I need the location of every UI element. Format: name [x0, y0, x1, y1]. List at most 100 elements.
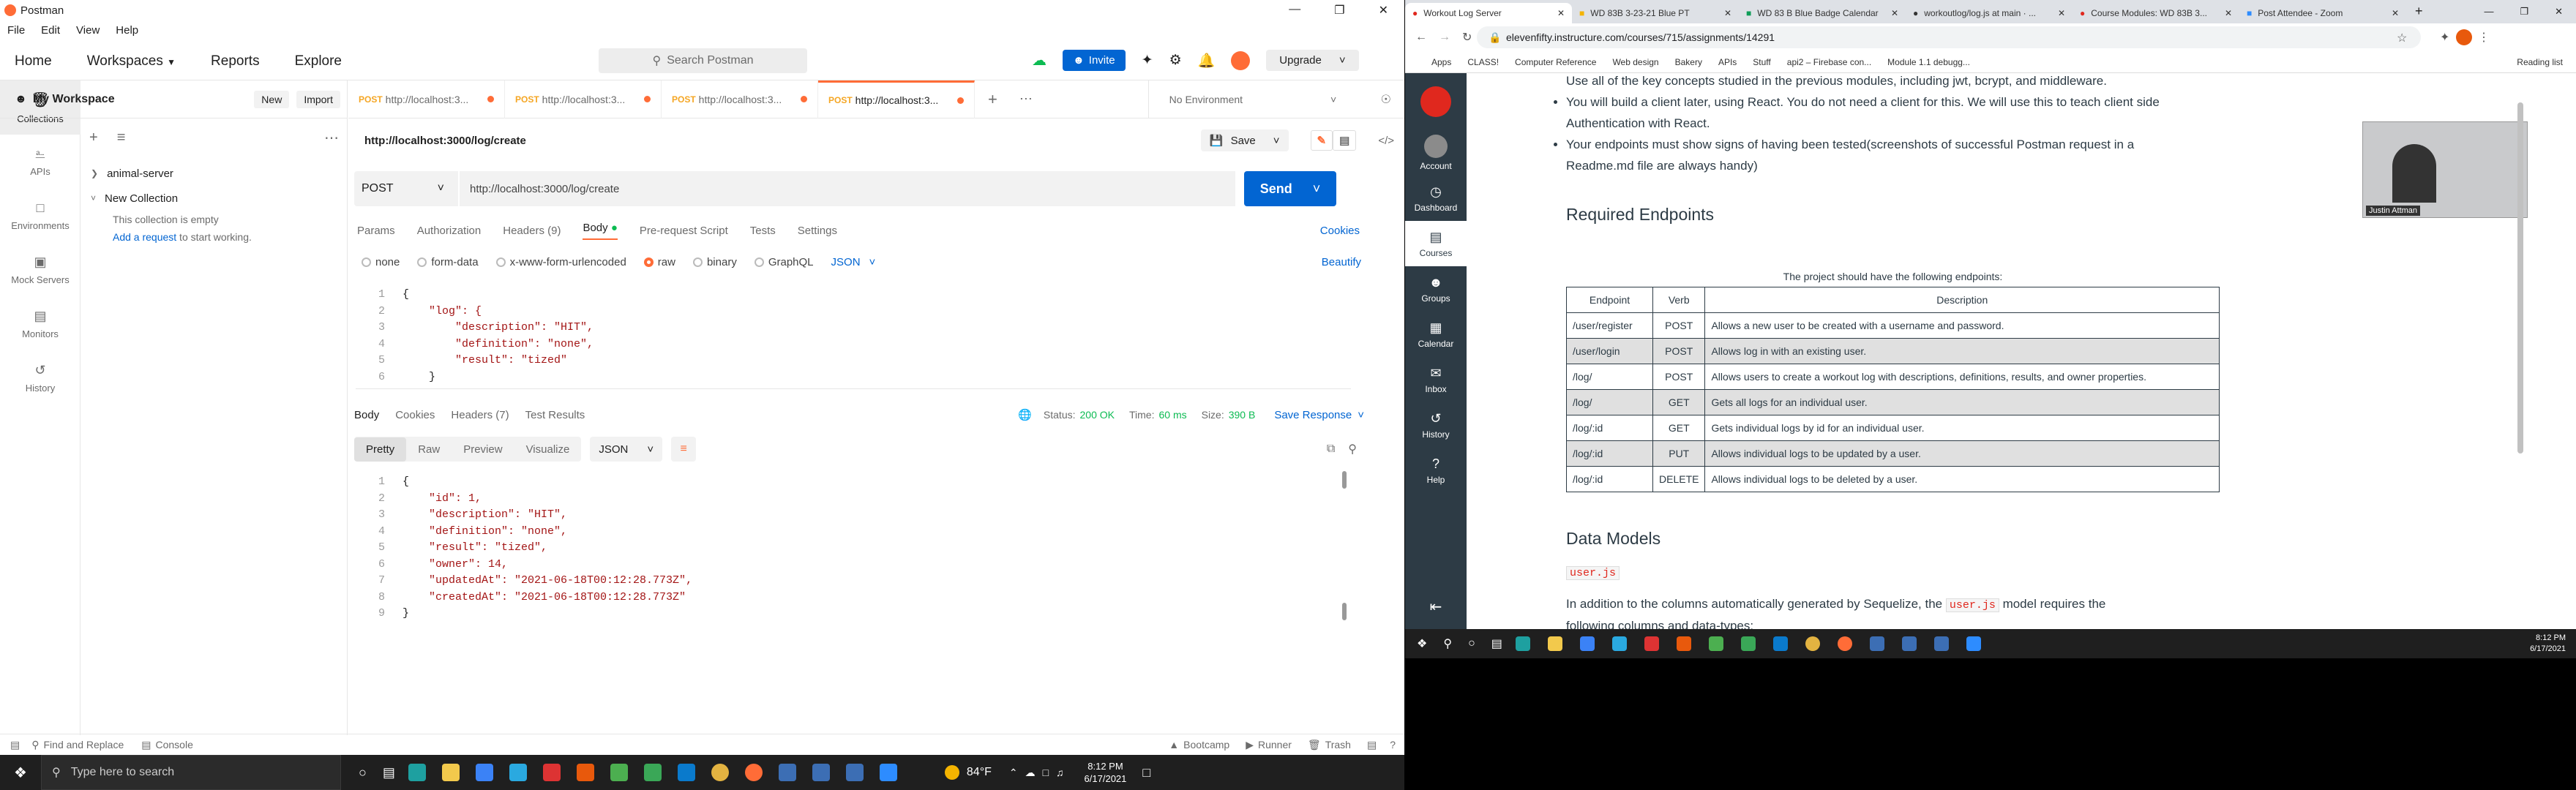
maximize-icon[interactable]: ❐	[1334, 3, 1344, 18]
add-request-link[interactable]: Add a request	[113, 231, 176, 243]
cookies-link[interactable]: Cookies	[1320, 225, 1360, 237]
minimize-icon[interactable]: —	[1289, 3, 1300, 18]
minimize-icon[interactable]: —	[2484, 6, 2493, 18]
edge-icon[interactable]	[1515, 636, 1530, 651]
bookmark-apis[interactable]: APIs	[1718, 57, 1737, 67]
invite-button[interactable]: ☻ Invite	[1063, 50, 1126, 71]
method-select[interactable]: POST ˅	[354, 171, 458, 206]
canvas-logo-icon[interactable]	[1405, 73, 1467, 130]
scrollbar[interactable]	[1342, 471, 1347, 489]
tab-settings[interactable]: Settings	[798, 225, 837, 237]
nav-groups[interactable]: ☻ Groups	[1405, 266, 1467, 312]
gear-icon[interactable]: ⚙	[1169, 52, 1182, 69]
app-blue3-icon[interactable]	[1933, 636, 1949, 651]
help-icon[interactable]: ?	[1390, 739, 1396, 750]
app-blue-icon[interactable]	[778, 764, 796, 781]
postman-icon[interactable]	[1837, 636, 1852, 651]
windows-start-icon[interactable]: ❖	[1417, 636, 1427, 651]
add-collection-icon[interactable]: +	[89, 129, 98, 146]
star-icon[interactable]: ☆	[2397, 31, 2407, 45]
eye-icon[interactable]: ☉	[1381, 92, 1391, 107]
close-icon[interactable]: ✕	[1724, 8, 1731, 18]
code-icon[interactable]: </>	[1378, 135, 1394, 147]
clock[interactable]: 8:12 PM 6/17/2021	[2530, 633, 2566, 655]
console-button[interactable]: ▤ Console	[141, 739, 193, 751]
beautify-link[interactable]: Beautify	[1322, 256, 1361, 268]
menu-file[interactable]: File	[7, 24, 25, 37]
nav-home[interactable]: Home	[15, 53, 52, 69]
new-tab-icon[interactable]: +	[988, 90, 997, 109]
maximize-icon[interactable]: ❐	[2520, 6, 2528, 18]
collapse-nav-icon[interactable]: ⇤	[1405, 584, 1467, 629]
find-replace-button[interactable]: ⚲ Find and Replace	[31, 739, 124, 751]
nav-workspaces[interactable]: Workspaces ▼	[87, 53, 176, 69]
response-format-select[interactable]: JSON ˅	[590, 437, 663, 462]
resp-tab-body[interactable]: Body	[354, 409, 379, 421]
back-icon[interactable]: ←	[1415, 31, 1427, 44]
file-explorer-icon[interactable]	[441, 764, 460, 781]
more-icon[interactable]: ⋯	[324, 129, 339, 147]
more-tabs-icon[interactable]: ⋯	[1019, 91, 1033, 107]
radio-urlencoded[interactable]: x-www-form-urlencoded	[495, 256, 626, 268]
layout-icon[interactable]: ▤	[1367, 739, 1377, 751]
bookmark-class[interactable]: CLASS!	[1467, 57, 1499, 67]
bookmark-firebase[interactable]: api2 – Firebase con...	[1787, 57, 1871, 67]
resp-tab-test-results[interactable]: Test Results	[525, 409, 585, 421]
bell-icon[interactable]: 🔔	[1198, 52, 1216, 69]
search-icon[interactable]: ⚲	[1443, 636, 1452, 651]
chrome-icon[interactable]	[1805, 636, 1820, 651]
chrome-icon[interactable]	[711, 764, 729, 781]
bookmark-web-design[interactable]: Web design	[1612, 57, 1658, 67]
rail-environments[interactable]: □ Environments	[0, 189, 80, 243]
tab-params[interactable]: Params	[357, 225, 395, 237]
close-icon[interactable]: ✕	[2225, 8, 2232, 18]
zoom-icon[interactable]	[879, 764, 897, 781]
nav-reports[interactable]: Reports	[211, 53, 260, 69]
filter-icon[interactable]: ≡	[117, 129, 126, 146]
rail-history[interactable]: ↺ History	[0, 351, 80, 405]
app-blue2-icon[interactable]	[812, 764, 830, 781]
request-tab[interactable]: POST http://localhost:3...	[505, 80, 662, 118]
tab-pre-request-script[interactable]: Pre-request Script	[640, 225, 728, 237]
wrap-lines-icon[interactable]: ≡	[671, 437, 697, 462]
copy-icon[interactable]: ⧉	[1327, 443, 1335, 456]
radio-form-data[interactable]: form-data	[417, 256, 479, 268]
nav-calendar[interactable]: ▦ Calendar	[1405, 312, 1467, 357]
app-l-icon[interactable]	[1611, 636, 1627, 651]
collection-item[interactable]: ❯ animal-server	[91, 161, 252, 186]
office-icon[interactable]	[1676, 636, 1691, 651]
runner-button[interactable]: ▶ Runner	[1246, 739, 1292, 751]
store-icon[interactable]	[1579, 636, 1595, 651]
bookmark-module[interactable]: Module 1.1 debugg...	[1887, 57, 1970, 67]
request-body-editor[interactable]: 1{ 2 "log": { 3 "description": "HIT", 4 …	[356, 287, 1351, 389]
menu-edit[interactable]: Edit	[41, 24, 60, 37]
store-icon[interactable]	[475, 764, 493, 781]
weather-temp[interactable]: 84°F	[967, 766, 992, 779]
menu-help[interactable]: Help	[116, 24, 138, 37]
bookmark-apps[interactable]: Apps	[1431, 57, 1451, 67]
rail-apis[interactable]: ⎁ APIs	[0, 135, 80, 189]
edge-icon[interactable]	[408, 764, 426, 781]
scrollbar[interactable]	[1342, 603, 1347, 620]
search-input[interactable]: ⚲ Search Postman	[599, 48, 807, 73]
sync-icon[interactable]: ☁	[1032, 51, 1046, 69]
vscode-icon[interactable]	[1772, 636, 1788, 651]
request-tab[interactable]: POST http://localhost:3...	[662, 80, 818, 118]
avatar[interactable]	[1231, 50, 1251, 70]
notification-icon[interactable]: □	[1142, 765, 1150, 780]
bookmark-computer-reference[interactable]: Computer Reference	[1515, 57, 1596, 67]
nav-account[interactable]: Account	[1405, 130, 1467, 176]
taskbar-search-input[interactable]: ⚲ Type here to search	[41, 755, 341, 790]
browser-tab[interactable]: ■ WD 83B 3-23-21 Blue PT ✕	[1572, 3, 1739, 23]
save-button[interactable]: 💾 Save ˅	[1200, 129, 1289, 151]
reload-icon[interactable]: ↻	[1462, 30, 1472, 45]
upgrade-button[interactable]: Upgrade ˅	[1266, 50, 1359, 71]
browser-tab-active[interactable]: ● Workout Log Server ✕	[1405, 3, 1572, 23]
app-red-icon[interactable]	[1644, 636, 1659, 651]
edit-icon[interactable]: ✎	[1310, 130, 1333, 151]
satellite-icon[interactable]: ✦	[1142, 52, 1153, 69]
url-input[interactable]: http://localhost:3000/log/create	[460, 171, 1235, 206]
profile-avatar[interactable]	[2456, 29, 2472, 45]
trash-button[interactable]: 🗑 Trash	[1308, 739, 1351, 751]
sidebar-toggle-icon[interactable]: ▤	[10, 739, 20, 751]
